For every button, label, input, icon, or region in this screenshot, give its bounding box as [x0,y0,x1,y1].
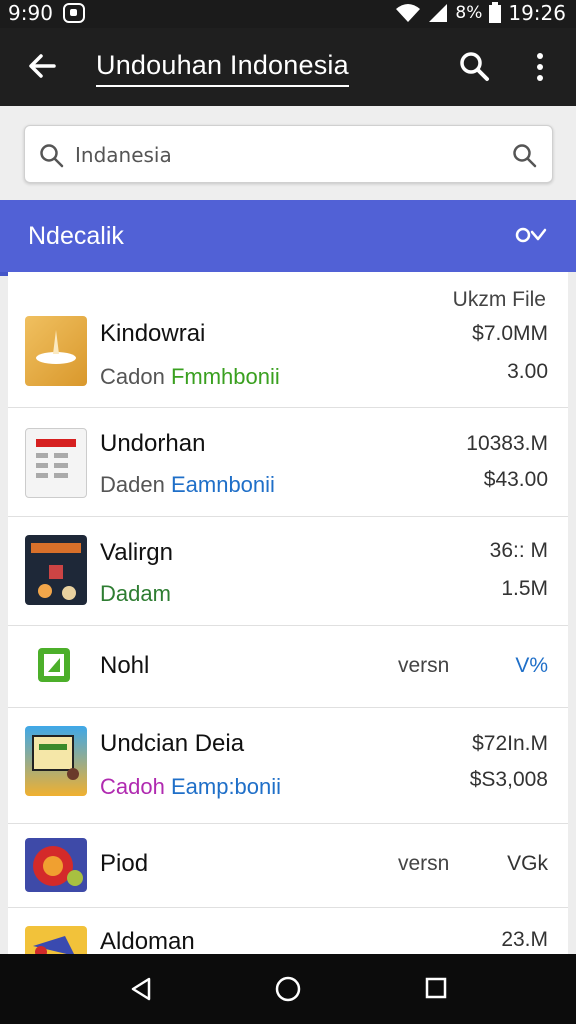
wifi-icon [396,4,421,22]
item-size: 10383.M [466,432,548,455]
app-thumbnail [25,428,87,498]
battery-icon [489,2,502,23]
item-size: $72In.M [472,732,548,755]
search-icon[interactable] [458,50,490,84]
list-item[interactable]: Nohl versn V% [8,626,568,708]
app-thumbnail [25,316,87,386]
notification-icon [62,3,85,23]
arrow-left-icon[interactable] [26,48,58,84]
item-name: Undorhan [100,430,206,457]
item-name: Undcian Deia [100,730,245,757]
triangle-back-icon[interactable] [128,976,154,1002]
system-nav-bar [0,954,576,1024]
item-size: 23.M [501,928,548,951]
item-subtitle: Cadon Fmmhbonii [100,364,280,389]
item-version: VGk [507,852,548,875]
item-name: Piod [100,850,149,877]
list-item[interactable]: Piod versn VGk [8,824,568,908]
item-name: Aldoman [100,928,195,954]
search-icon [40,144,64,168]
list-item[interactable]: Aldoman 23.M [8,908,568,954]
app-title: Undouhan Indonesia [96,50,349,87]
item-size: 36:: M [489,539,548,562]
item-subtitle: Cadoh Eamp:bonii [100,774,282,799]
circle-home-icon[interactable] [274,976,302,1004]
list-item[interactable]: Kindowrai Cadon Fmmhbonii $7.0MM 3.00 [8,272,568,408]
search-submit-icon[interactable] [512,143,538,169]
search-value: Indanesia [75,143,172,167]
item-subtitle: Dadam [100,581,171,606]
item-price: 1.5M [501,577,548,600]
app-thumbnail [25,926,87,954]
item-name: Kindowrai [100,320,206,347]
battery-percent: 8% [455,3,483,23]
screen: { "status": {"time_left": "9:90", "batte… [0,0,576,1024]
list-item[interactable]: Undorhan Daden Eamnbonii 10383.M $43.00 [8,408,568,517]
item-price: $43.00 [483,468,548,491]
status-time-right: 19:26 [508,1,566,25]
item-name: Nohl [100,652,150,679]
item-price: $S3,008 [469,768,548,791]
square-recents-icon[interactable] [424,976,448,1000]
list-item[interactable]: Valirgn Dadam 36:: M 1.5M [8,517,568,626]
signal-icon [429,4,448,22]
app-thumbnail [25,726,87,796]
status-time-left: 9:90 [8,1,53,25]
tab-label[interactable]: Ndecalik [28,222,124,251]
search-input[interactable]: Indanesia [24,125,553,183]
app-bar: Undouhan Indonesia [0,28,576,106]
item-price: 3.00 [507,360,548,383]
item-name: Valirgn [100,539,173,566]
item-version-label: versn [398,852,450,875]
app-thumbnail [38,648,70,682]
item-subtitle: Daden Eamnbonii [100,472,275,497]
category-tab-bar: Ndecalik [0,200,576,276]
more-vert-icon[interactable] [528,50,552,84]
list-item[interactable]: Undcian Deia Cadoh Eamp:bonii $72In.M $S… [8,708,568,824]
download-list: Ukzm File Kindowrai Cadon Fmmhbonii $7.0… [8,272,568,954]
app-thumbnail [25,535,87,605]
item-size: $7.0MM [472,322,548,345]
status-bar: 9:90 8% 19:26 [0,0,576,28]
search-area: Indanesia [0,106,576,200]
app-thumbnail [25,838,87,892]
chevron-down-icon[interactable] [514,224,548,246]
item-version-label: versn [398,654,450,677]
item-version: V% [515,654,548,677]
